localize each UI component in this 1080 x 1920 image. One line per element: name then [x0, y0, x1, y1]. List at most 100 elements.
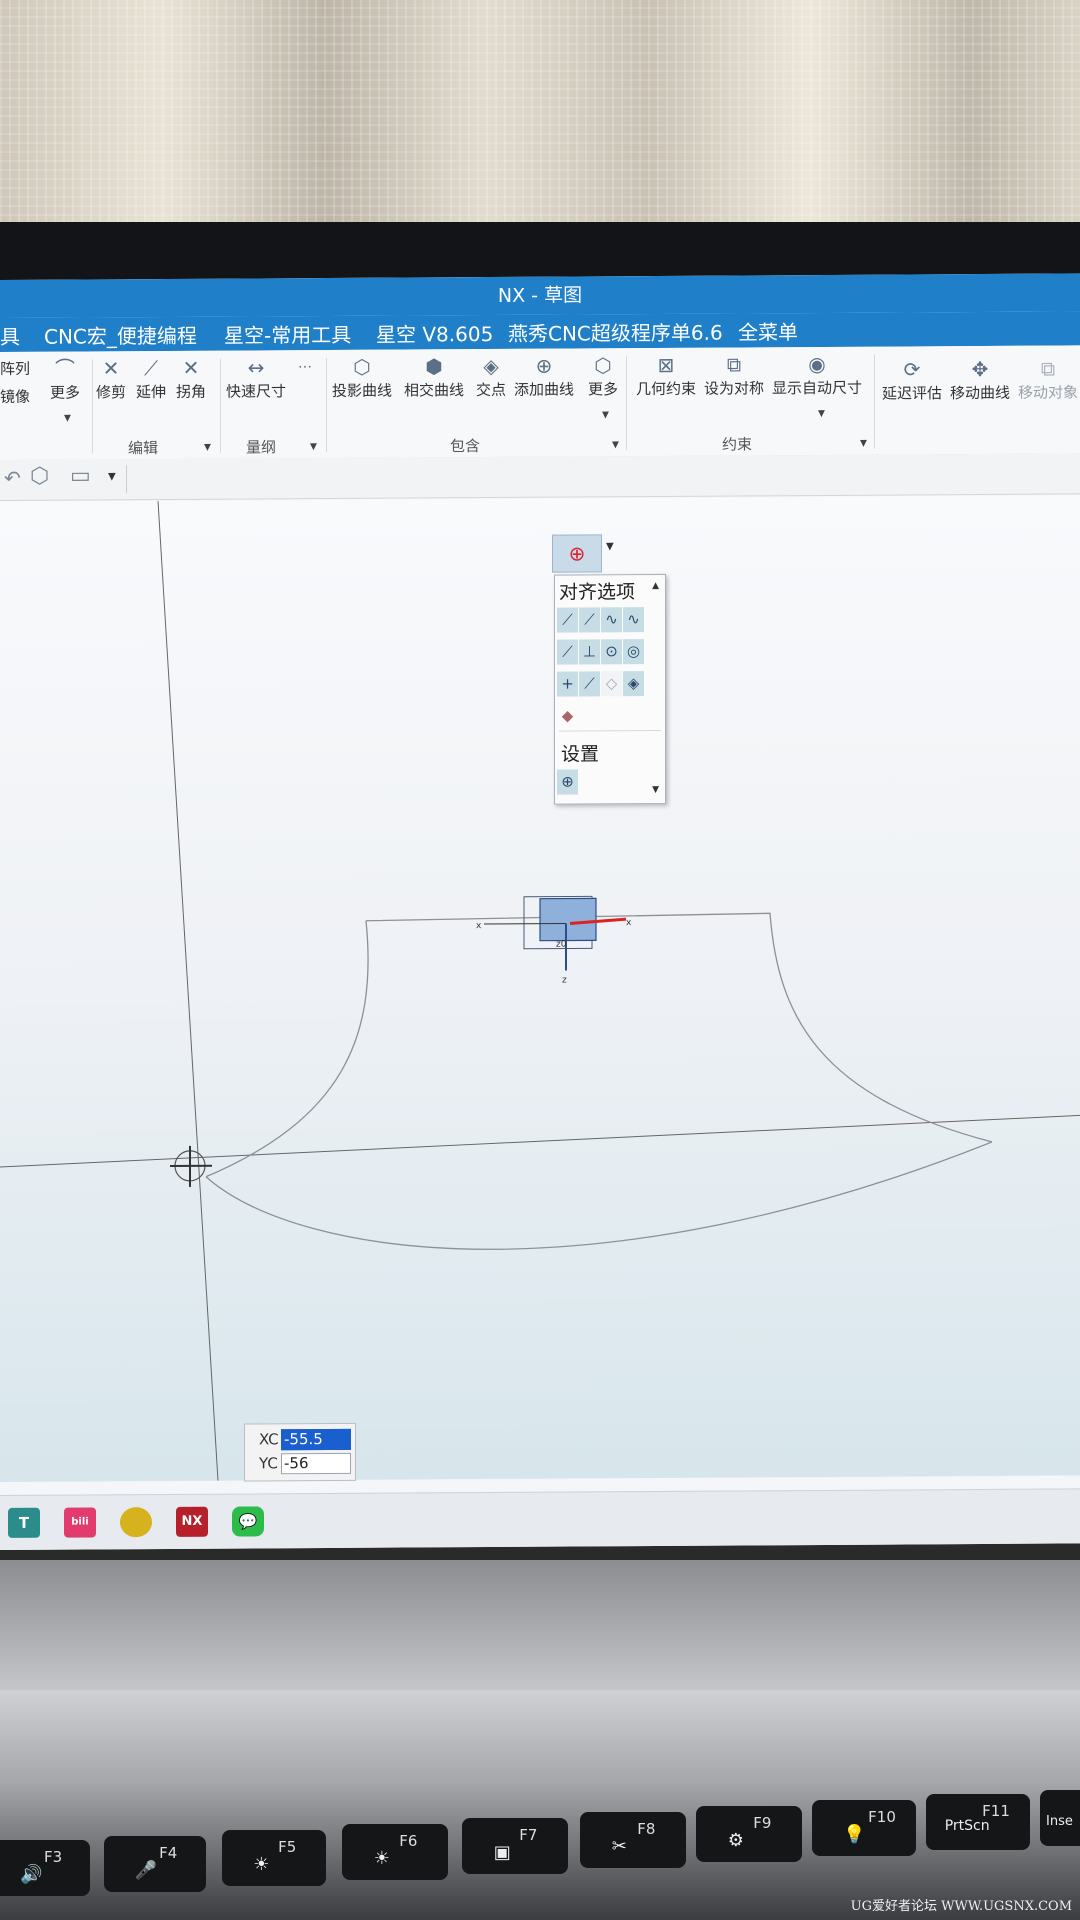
snap-pole-icon[interactable]: ◆: [557, 703, 578, 728]
sketch-geometry: x x z z0: [0, 501, 1080, 1481]
toolbar-divider: [126, 465, 127, 494]
move-curve-button[interactable]: ✥ 移动曲线: [950, 356, 1010, 403]
yc-label: YC: [259, 1454, 278, 1473]
corner-icon: ✕: [182, 355, 200, 380]
trim-button[interactable]: ✕ 修剪: [96, 355, 126, 402]
snap-on-face-icon[interactable]: ◇: [601, 671, 622, 697]
group-dimension-caret[interactable]: ▼: [310, 442, 317, 452]
yc-input[interactable]: -56: [281, 1452, 351, 1475]
project-curve-button[interactable]: ⬡ 投影曲线: [332, 354, 392, 401]
intersection-point-button[interactable]: ◈ 交点: [476, 353, 506, 400]
auto-dimension-caret[interactable]: ▼: [818, 409, 825, 419]
menu-item-xingkong-tools[interactable]: 星空-常用工具: [224, 319, 351, 349]
windows-taskbar: T bili NX 💬: [0, 1488, 1080, 1550]
snap-existing-point-icon[interactable]: +: [557, 671, 578, 697]
vertical-datum-line: [157, 501, 219, 1481]
taskbar-app-nx[interactable]: NX: [176, 1506, 208, 1537]
axis-label-x: x: [626, 918, 632, 928]
snap-arc-center-icon[interactable]: ⊙: [601, 639, 622, 665]
geometric-constraint-button[interactable]: ⊠ 几何约束: [636, 352, 696, 399]
move-curve-icon: ✥: [971, 356, 989, 382]
snap-point-icon: ⊕: [568, 541, 586, 566]
intersect-curve-icon: ⬢: [425, 354, 443, 379]
csys-plane: [539, 897, 597, 942]
intersect-curve-button[interactable]: ⬢ 相交曲线: [404, 353, 464, 400]
profile-right-curve: [365, 912, 993, 1143]
more-include-caret[interactable]: ▼: [602, 410, 609, 420]
menu-item-tools[interactable]: 具: [0, 321, 20, 350]
graphics-canvas[interactable]: x x z z0 XC -55.5 YC -56: [0, 495, 1080, 1482]
intersection-point-icon: ◈: [483, 353, 499, 379]
group-include-caret[interactable]: ▼: [612, 440, 619, 450]
taskbar-app-bilibili[interactable]: bili: [64, 1507, 96, 1538]
mirror-button[interactable]: 镜像: [0, 386, 30, 407]
dimension-icon: ↔: [247, 355, 265, 380]
more-edit-button[interactable]: ⌒ 更多: [50, 356, 80, 403]
move-object-button[interactable]: ⧉ 移动对象: [1018, 355, 1078, 402]
array-button[interactable]: 阵列: [0, 358, 30, 379]
eye-icon: ◉: [808, 351, 826, 377]
background-curtain: [0, 0, 1080, 225]
snap-control-point-icon[interactable]: ∿: [601, 607, 622, 633]
snap-settings-icon[interactable]: ⊕: [557, 769, 578, 795]
snap-intersection-icon[interactable]: ⊥: [579, 639, 600, 665]
group-edit-caret[interactable]: ▼: [204, 443, 211, 453]
more-include-button[interactable]: ⬡ 更多: [588, 352, 618, 399]
key-f4: F4 🎤: [104, 1836, 206, 1892]
add-curve-icon: ⊕: [535, 353, 553, 378]
xc-label: XC: [259, 1430, 279, 1449]
add-curve-button[interactable]: ⊕ 添加曲线: [514, 352, 574, 399]
laptop-keyboard: F3 🔊 F4 🎤 F5 ☀ F6 ☀ F7 ▣ F8 ✂ F9 ⚙ F10 💡 F11 PrtS…: [0, 1690, 1080, 1920]
laptop-screen: NX - 草图 具 CNC宏_便捷编程 星空-常用工具 星空 V8.605 燕秀…: [0, 273, 1080, 1550]
snap-spline-icon[interactable]: ∿: [623, 607, 644, 633]
constraint-icon: ⊠: [657, 352, 675, 377]
key-f7: F7 ▣: [462, 1818, 568, 1874]
menu-separator: [559, 729, 661, 732]
xc-input[interactable]: -55.5: [281, 1428, 351, 1451]
small-dimension-icon: ⋯: [298, 359, 312, 376]
show-auto-dimension-button[interactable]: ◉ 显示自动尺寸: [772, 351, 862, 399]
cube-icon[interactable]: ⬡: [30, 464, 49, 489]
extend-button[interactable]: ⟋ 延伸: [136, 355, 166, 402]
menu-scroll-down[interactable]: ▼: [652, 785, 659, 795]
snap-endpoint-icon[interactable]: ⟋: [557, 607, 578, 633]
profile-left-curve: [205, 920, 369, 1178]
delay-eval-icon: ⟳: [903, 357, 921, 382]
key-f3: F3 🔊: [0, 1840, 90, 1896]
snap-point-button[interactable]: ⊕: [552, 534, 602, 573]
rapid-dimension-button[interactable]: ↔ 快速尺寸: [226, 354, 286, 401]
window-title: NX - 草图: [0, 273, 1080, 318]
taskbar-app-wechat-icon[interactable]: 💬: [232, 1506, 264, 1537]
corner-button[interactable]: ✕ 拐角: [176, 355, 206, 402]
move-object-icon: ⧉: [1040, 356, 1056, 381]
group-edit: 编辑: [128, 439, 159, 458]
plane-icon[interactable]: ▭: [70, 463, 91, 488]
taskbar-app-t[interactable]: T: [8, 1507, 40, 1538]
group-constraint-caret[interactable]: ▼: [860, 439, 867, 449]
delay-evaluation-button[interactable]: ⟳ 延迟评估: [882, 356, 942, 403]
menu-scroll-up[interactable]: ▲: [652, 581, 659, 591]
snap-on-curve-icon[interactable]: ⟋: [579, 671, 600, 697]
snap-bounded-grid-icon[interactable]: ◈: [623, 671, 644, 697]
extend-icon: ⟋: [144, 356, 158, 381]
snap-line-point-icon[interactable]: ⟋: [557, 639, 578, 665]
snap-point-caret[interactable]: ▼: [606, 541, 614, 552]
taskbar-app-music-icon[interactable]: [120, 1507, 152, 1538]
project-curve-icon: ⬡: [353, 354, 371, 379]
horizontal-datum-line: [0, 1114, 1080, 1168]
toolbar-caret[interactable]: ▼: [108, 471, 116, 482]
snap-options-menu: 对齐选项 ▲ ⟋ ⟋ ∿ ∿ ⟋ ⊥ ⊙ ◎ + ⟋ ◇ ◈ ◆ 设置 ⊕ ▼: [554, 573, 666, 805]
menu-item-full-menu[interactable]: 全菜单: [738, 316, 798, 345]
set-symmetric-button[interactable]: ⧉ 设为对称: [704, 351, 764, 398]
menu-item-cnc-macro[interactable]: CNC宏_便捷编程: [44, 320, 197, 350]
snap-midpoint-icon[interactable]: ⟋: [579, 607, 600, 633]
menu-item-xingkong-v8[interactable]: 星空 V8.605: [376, 318, 493, 348]
snap-options-header: 对齐选项: [559, 581, 636, 604]
dimension-extra-button[interactable]: ⋯: [298, 354, 312, 380]
axis-label-zc: z0: [556, 940, 567, 950]
snap-quadrant-icon[interactable]: ◎: [623, 639, 644, 665]
laptop-palmrest: [0, 1560, 1080, 1700]
menu-item-yanxiu-cnc[interactable]: 燕秀CNC超级程序单6.6: [508, 317, 723, 347]
sketch-tool-icon[interactable]: ↶: [4, 466, 21, 490]
more-edit-caret[interactable]: ▼: [64, 414, 71, 424]
